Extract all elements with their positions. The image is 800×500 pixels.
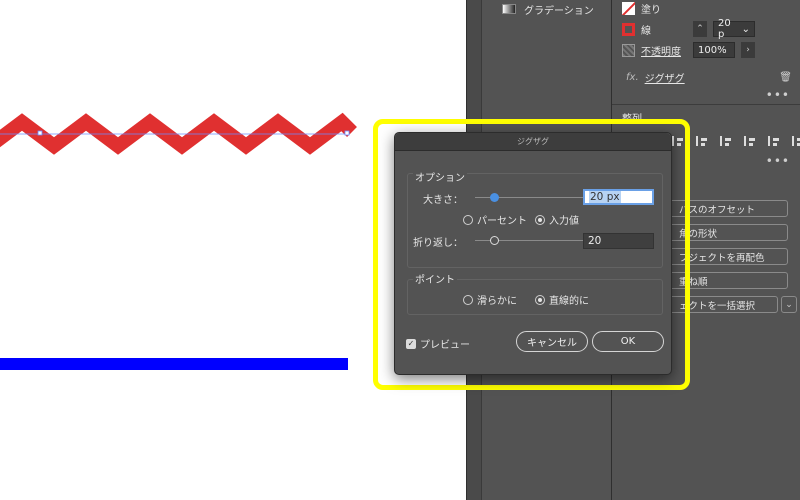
ridges-input[interactable]: 20 (583, 233, 654, 249)
gradient-swatch-icon (502, 4, 516, 14)
recolor-label: ブジェクトを再配色 (679, 252, 765, 264)
checkmark-icon: ✓ (406, 338, 416, 349)
stroke-color-icon[interactable] (622, 22, 635, 36)
opacity-field[interactable]: 100% (693, 42, 735, 58)
percent-radio[interactable]: パーセント (463, 212, 527, 227)
size-input[interactable]: 20 px (583, 189, 654, 205)
dialog-titlebar[interactable]: ジグザグ (395, 133, 671, 151)
smooth-radio[interactable]: 滑らかに (463, 292, 517, 307)
chevron-down-icon: ⌄ (785, 299, 793, 310)
stroke-label[interactable]: 線 (641, 22, 687, 37)
stroke-weight-field[interactable]: 20 p ⌄ (713, 18, 755, 40)
fx-icon: fx. (626, 72, 639, 83)
absolute-radio[interactable]: 入力値 (535, 212, 579, 227)
opacity-icon (622, 43, 635, 57)
radio-on-icon (535, 294, 545, 305)
select-same-dropdown[interactable]: ⌄ (781, 296, 797, 313)
fill-row[interactable]: 塗り (622, 0, 661, 16)
radio-on-icon (535, 214, 545, 225)
align-buttons (672, 134, 800, 148)
appearance-more-icon[interactable]: ••• (766, 88, 790, 102)
ok-button[interactable]: OK (592, 331, 664, 352)
anchor-point-left (37, 130, 43, 136)
dialog-title: ジグザグ (517, 137, 549, 146)
chevron-down-icon: ⌄ (741, 23, 750, 35)
gradient-label: グラデーション (524, 5, 594, 17)
ridges-label: 折り返し： (413, 238, 463, 249)
align-bottom-icon[interactable] (792, 134, 800, 148)
radio-off-icon (463, 214, 473, 225)
align-top-icon[interactable] (744, 134, 756, 148)
effect-row[interactable]: fx. ジグザグ (626, 70, 685, 85)
align-center-icon[interactable] (696, 134, 708, 148)
zigzag-dialog: ジグザグ オプション 大きさ： 20 px パーセント 入力値 折り返し： 20… (394, 132, 672, 375)
stroke-row[interactable]: 線 ⌃ 20 p ⌄ (622, 18, 755, 40)
options-group-label: オプション (413, 169, 467, 184)
preview-checkbox[interactable]: ✓ プレビュー (406, 336, 470, 351)
preview-label: プレビュー (420, 340, 470, 351)
radio-off-icon (463, 294, 473, 305)
align-more-icon[interactable]: ••• (766, 154, 790, 168)
size-label: 大きさ： (423, 195, 463, 206)
fill-label: 塗り (641, 4, 661, 16)
fill-none-icon[interactable] (622, 1, 635, 15)
select-same-label: ェクトを一括選択 (679, 300, 756, 312)
size-value: 20 px (589, 191, 621, 203)
smooth-label: 滑らかに (477, 296, 517, 307)
chevron-right-icon[interactable]: › (741, 42, 755, 58)
corner-radio[interactable]: 直線的に (535, 292, 589, 307)
percent-label: パーセント (477, 216, 527, 227)
stepper-icon[interactable]: ⌃ (693, 21, 707, 37)
points-group-label: ポイント (413, 271, 457, 286)
gradient-panel-tab[interactable]: グラデーション (502, 0, 594, 18)
divider (612, 104, 800, 105)
ok-label: OK (620, 336, 636, 347)
opacity-label[interactable]: 不透明度 (641, 43, 687, 58)
trash-icon[interactable]: 🗑 (779, 72, 792, 83)
absolute-label: 入力値 (549, 216, 579, 227)
opacity-row[interactable]: 不透明度 100% › (622, 42, 755, 58)
cancel-label: キャンセル (527, 338, 577, 349)
align-middle-icon[interactable] (768, 134, 780, 148)
cancel-button[interactable]: キャンセル (516, 331, 588, 352)
corner-label: 直線的に (549, 296, 589, 307)
effect-zigzag-link[interactable]: ジグザグ (645, 70, 685, 85)
offset-path-label: パスのオフセット (679, 204, 756, 216)
align-right-icon[interactable] (720, 134, 732, 148)
blue-line-shape[interactable] (0, 358, 348, 370)
stroke-weight-value: 20 p (718, 18, 731, 40)
zigzag-path[interactable] (0, 110, 360, 160)
anchor-point-right (344, 130, 350, 136)
